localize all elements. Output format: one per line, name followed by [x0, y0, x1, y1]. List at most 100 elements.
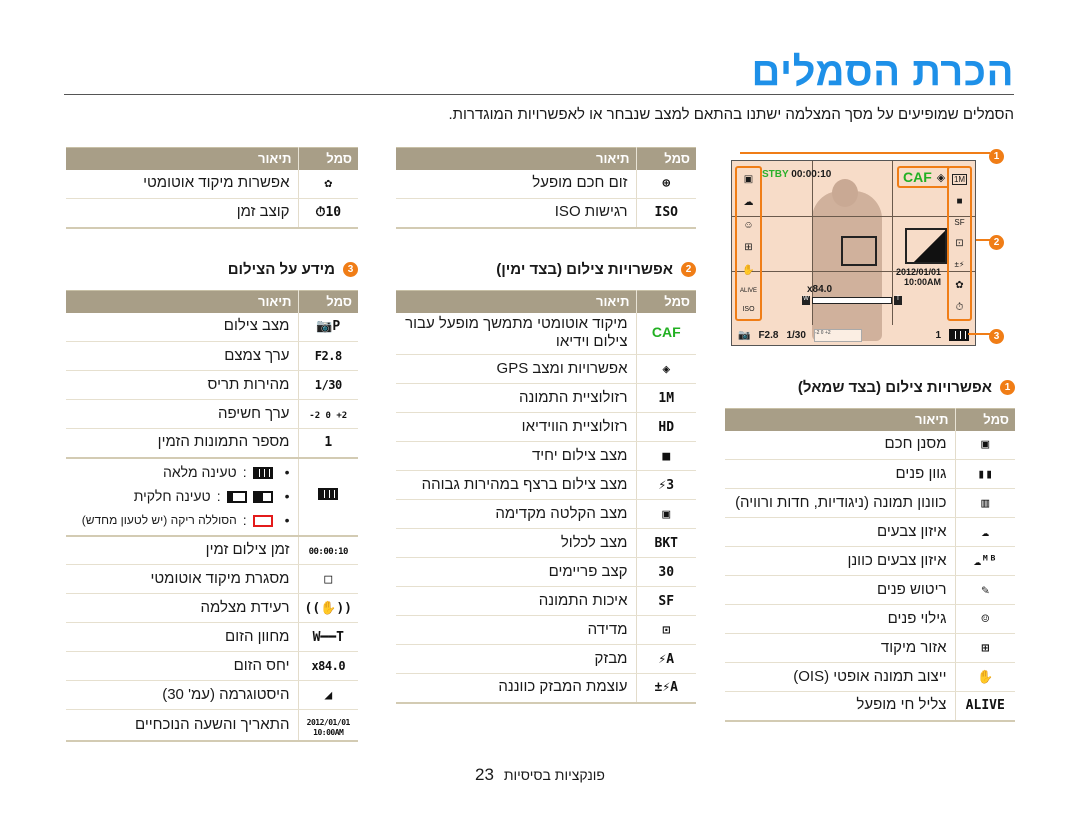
battery-icon [949, 329, 969, 341]
section-badge: 3 [343, 261, 358, 277]
zoom-wide-icon: W [802, 296, 810, 305]
white-balance-icon: ☁ [981, 524, 990, 540]
column-header-symbol: סמל [635, 147, 696, 170]
page-footer: פונקציות בסיסיות 23 [0, 765, 1080, 785]
title-divider [64, 94, 1014, 95]
battery-low-icon [226, 490, 247, 503]
symbol-description: רעידת מצלמה [66, 593, 298, 623]
gps-icon: ◈ [662, 361, 671, 377]
battery-states: : טעינה מלאה : טעינה חלקית : הסוללה ריקה… [74, 461, 290, 533]
callout-3: 3 [989, 326, 1004, 344]
shots-readout: 1 [935, 329, 941, 341]
table-row: : טעינה מלאה : טעינה חלקית : הסוללה ריקה… [66, 457, 358, 537]
column-header-symbol: סמל [297, 147, 358, 170]
custom-white-balance-icon: ☁ᴹᴮ [973, 553, 997, 569]
table-row: ISO רגישות ISO [396, 198, 696, 229]
grid-line [892, 161, 893, 325]
battery-partial-icon [252, 490, 273, 503]
column-header-description: תיאור [725, 408, 955, 431]
column-header-description: תיאור [396, 290, 636, 313]
self-timer-icon: ⏱ [955, 302, 964, 314]
battery-icon [318, 488, 339, 501]
aperture-readout: F2.8 [758, 329, 779, 341]
histogram [905, 228, 947, 264]
smart-zoom-icon: ⊕ [662, 176, 671, 192]
standby-indicator: STBY 00:00:10 [762, 169, 832, 180]
section-heading: 3 מידע על הצילום [66, 258, 358, 280]
skin-tone-icon: ▮▮ [977, 466, 994, 482]
face-detection-icon: ☺ [981, 611, 990, 627]
subject-head [832, 179, 858, 207]
shooting-mode-icon: 📷 [738, 329, 751, 341]
section-heading: 2 אפשרויות צילום (בצד ימין) [396, 258, 696, 280]
shutter-readout: 1/30 [786, 329, 806, 341]
image-adjust-icon: ▥ [981, 495, 990, 511]
symbol-description: רזולוציית הווידיאו [396, 412, 636, 442]
section-right-options: 2 אפשרויות צילום (בצד ימין) סמל תיאור CA… [396, 258, 696, 704]
shooting-mode-icon: 📷P [316, 319, 341, 335]
symbol-description: ריטוש פנים [725, 575, 955, 605]
table-row: HD רזולוציית הווידיאו [396, 412, 696, 442]
exposure-scale: -2 0 +2 [813, 328, 862, 342]
column-header-symbol: סמל [954, 408, 1015, 431]
single-shot-icon: ■ [956, 195, 963, 207]
section-heading: 1 אפשרויות צילום (בצד שמאל) [725, 376, 1015, 398]
table-row: ✿ אפשרות מיקוד אוטומטי [66, 169, 358, 199]
table-row: 1M רזולוציית התמונה [396, 383, 696, 413]
table-row: ◈ אפשרויות ומצב GPS [396, 354, 696, 384]
table-row: SF איכות התמונה [396, 586, 696, 616]
high-speed-burst-icon: ⚡3 [658, 477, 675, 493]
table-row: ☁ᴹᴮ איזון צבעים כוונן [725, 546, 1015, 576]
table-row: 📷P מצב צילום [66, 312, 358, 342]
histogram-icon: ◢ [324, 687, 333, 703]
caf-icon: CAF [903, 169, 932, 185]
table-row: □ מסגרת מיקוד אוטומטי [66, 564, 358, 594]
smart-filter-icon: ▣ [743, 173, 754, 185]
symbol-table: סמל תיאור ✿ אפשרות מיקוד אוטומטי ⏱10 קוצב ז… [66, 147, 358, 229]
battery-full-item: : טעינה מלאה [74, 461, 290, 485]
metering-icon: ⊡ [955, 237, 964, 249]
symbol-description: עוצמת המבזק כווננה [396, 673, 636, 704]
symbol-description: גילוי פנים [725, 604, 955, 634]
table-row: ☺ גילוי פנים [725, 604, 1015, 634]
single-shot-icon: ■ [662, 448, 671, 464]
subject-silhouette [812, 191, 882, 341]
table-row: ±⚡A עוצמת המבזק כווננה [396, 673, 696, 704]
intro-text: הסמלים שמופיעים על מסך המצלמה ישתנו בהתא… [448, 106, 1014, 123]
image-quality-icon: SF [954, 217, 965, 227]
table-row: ▣ מצב הקלטה מקדימה [396, 499, 696, 529]
column-header-description: תיאור [66, 290, 298, 313]
table-row: 00:00:10 זמן צילום זמין [66, 535, 358, 565]
left-options-column: ▣ ☁ ☺ ⊞ ✋ ALIVE ISO [735, 166, 762, 321]
zoom-ratio-readout: x84.0 [807, 284, 833, 295]
symbol-description: זום חכם מופעל [396, 169, 636, 199]
symbol-description: מצב צילום [66, 312, 298, 342]
symbol-description: מצב צילום יחיד [396, 441, 636, 471]
symbol-description: מחוון הזום [66, 622, 298, 652]
section-mid-top: סמל תיאור ⊕ זום חכם מופעל ISO רגישות ISO [396, 147, 696, 229]
flash-intensity-icon: ±⚡A [654, 680, 678, 696]
symbol-description: מסנן חכם [725, 430, 955, 460]
symbol-description: מצב לכלול [396, 528, 636, 558]
table-row: 1 מספר התמונות הזמין [66, 428, 358, 459]
table-row: ⚡3 מצב צילום ברצף במהירות גבוהה [396, 470, 696, 500]
caf-icon: CAF [651, 323, 681, 340]
exposure-value-icon: -2 0 +2 [309, 410, 348, 421]
photo-resolution-icon: 1M [951, 173, 968, 185]
camera-shake-icon: ((✋)) [304, 600, 353, 616]
table-row: ALIVE צליל חי מופעל [725, 691, 1015, 722]
precapture-icon: ▣ [662, 506, 671, 522]
photo-resolution-icon: 1M [658, 390, 675, 406]
section-left-options: 1 אפשרויות צילום (בצד שמאל) סמל תיאור ▣ מ… [725, 376, 1015, 722]
symbol-table: סמל תיאור CAF מיקוד אוטומטי מתמשך מופעל ע… [396, 290, 696, 704]
symbol-description: מספר התמונות הזמין [66, 428, 298, 459]
table-row: ⏱10 קוצב זמן [66, 198, 358, 229]
column-header-description: תיאור [66, 147, 298, 170]
smart-filter-icon: ▣ [981, 437, 990, 453]
image-quality-icon: SF [658, 593, 675, 609]
symbol-description: קוצב זמן [66, 198, 298, 229]
face-detection-icon: ☺ [743, 219, 754, 231]
zoom-indicator-icon: W━━T [312, 629, 344, 645]
zoom-tele-icon: T [894, 296, 902, 305]
symbol-description: צליל חי מופעל [725, 691, 955, 722]
